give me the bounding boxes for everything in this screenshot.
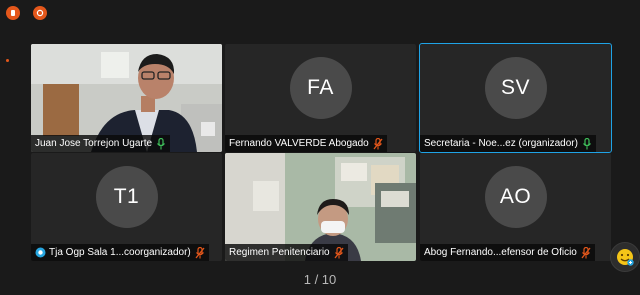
mic-off-icon [581,246,591,259]
emoji-icon [617,249,634,266]
mic-off-icon [195,246,205,259]
avatar: SV [484,57,547,119]
participant-nameplate: Juan Jose Torrejon Ugarte [31,135,171,152]
status-dot [6,59,9,62]
participant-tile[interactable]: Juan Jose Torrejon Ugarte [31,44,222,152]
participant-tile[interactable]: AO Abog Fernando...efensor de Oficio [420,153,611,261]
participant-name: Tja Ogp Sala 1...coorganizador) [49,247,191,258]
participant-name: Juan Jose Torrejon Ugarte [35,138,153,149]
avatar: T1 [95,166,158,228]
participant-tile[interactable]: Regimen Penitenciario [225,153,416,261]
participant-nameplate: Tja Ogp Sala 1...coorganizador) [31,244,209,261]
participant-nameplate: Secretaria - Noe...ez (organizador) [420,135,596,152]
page-indicator: 1 / 10 [303,272,337,287]
participant-name: Fernando VALVERDE Abogado [229,138,369,149]
participant-name: Secretaria - Noe...ez (organizador) [424,138,578,149]
mic-icon [156,137,166,150]
participant-nameplate: Fernando VALVERDE Abogado [225,135,387,152]
participant-nameplate: Regimen Penitenciario [225,244,348,261]
mic-off-icon [334,246,344,259]
stop-icon[interactable] [33,6,47,20]
participant-tile[interactable]: FA Fernando VALVERDE Abogado [225,44,416,152]
participant-name: Abog Fernando...efensor de Oficio [424,247,577,258]
device-icon [35,247,46,258]
participant-tile[interactable]: T1 Tja Ogp Sala 1...coorganizador) [31,153,222,261]
participant-tile[interactable]: SV Secretaria - Noe...ez (organizador) [419,43,612,153]
emoji-reaction-button[interactable] [610,242,640,272]
avatar: AO [484,166,547,228]
participant-nameplate: Abog Fernando...efensor de Oficio [420,244,595,261]
mic-off-icon [373,137,383,150]
record-icon[interactable] [6,6,20,20]
participant-name: Regimen Penitenciario [229,247,330,258]
mic-icon [582,137,592,150]
avatar: FA [289,57,352,119]
